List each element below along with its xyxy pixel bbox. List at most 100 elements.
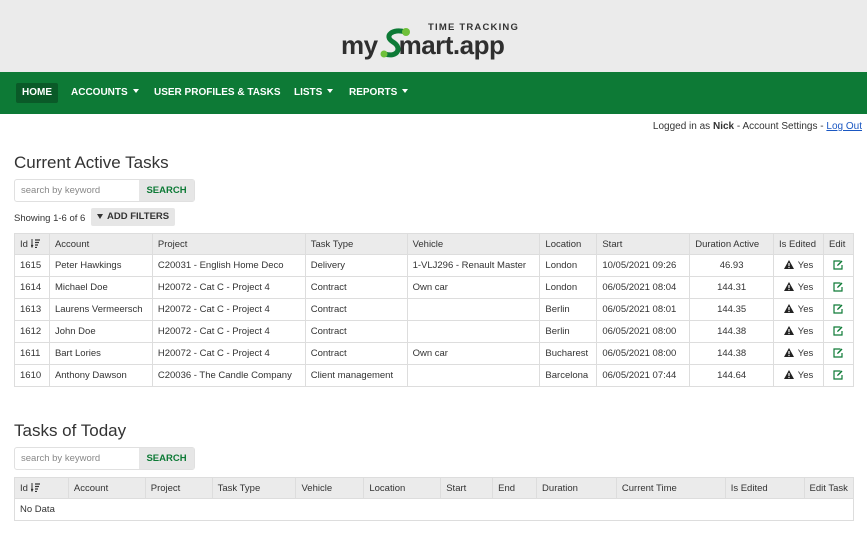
column-header-project[interactable]: Project <box>144 477 213 499</box>
column-header-location[interactable]: Location <box>363 477 442 499</box>
cell-location: Bucharest <box>539 342 598 365</box>
cell-is-edited: Yes <box>773 364 824 387</box>
app-logo[interactable]: TIME TRACKING my mart.app <box>339 20 529 64</box>
cell-task-type: Delivery <box>304 254 408 277</box>
table-row[interactable]: 1612 John Doe H20072 - Cat C - Project 4… <box>14 320 855 343</box>
column-header-task-type[interactable]: Task Type <box>304 233 408 255</box>
table-row[interactable]: 1611 Bart Lories H20072 - Cat C - Projec… <box>14 342 855 365</box>
column-header-location[interactable]: Location <box>539 233 598 255</box>
cell-account: Anthony Dawson <box>48 364 153 387</box>
filter-icon <box>97 214 103 219</box>
table-row[interactable]: 1613 Laurens Vermeersch H20072 - Cat C -… <box>14 298 855 321</box>
edit-icon[interactable] <box>833 347 844 358</box>
add-filters-button[interactable]: ADD FILTERS <box>91 208 176 226</box>
active-tasks-search: SEARCH <box>14 179 195 202</box>
column-header-account[interactable]: Account <box>67 477 146 499</box>
cell-location: London <box>539 276 598 299</box>
nav-home[interactable]: HOME <box>16 83 58 103</box>
nav-user-profiles-tasks[interactable]: USER PROFILES & TASKS <box>148 83 287 103</box>
nav-lists[interactable]: LISTS <box>288 83 339 103</box>
cell-project: C20036 - The Candle Company <box>151 364 306 387</box>
cell-id: 1615 <box>14 254 50 277</box>
login-status: Logged in as Nick - Account Settings - L… <box>652 121 862 132</box>
column-header-vehicle[interactable]: Vehicle <box>406 233 541 255</box>
column-header-edit-task: Edit Task <box>803 477 855 499</box>
column-header-id[interactable]: Id <box>14 477 69 499</box>
logout-link[interactable]: Log Out <box>826 121 862 132</box>
nav-reports[interactable]: REPORTS <box>343 83 414 103</box>
table-row[interactable]: 1615 Peter Hawkings C20031 - English Hom… <box>14 254 855 277</box>
cell-account: Peter Hawkings <box>48 254 153 277</box>
table-header-row: Id Account Project Task Type Vehicle Loc… <box>14 233 855 255</box>
cell-start: 06/05/2021 08:01 <box>596 298 691 321</box>
column-header-vehicle[interactable]: Vehicle <box>295 477 365 499</box>
edit-icon[interactable] <box>833 259 844 270</box>
column-header-duration-active[interactable]: Duration Active <box>689 233 775 255</box>
cell-location: Berlin <box>539 320 598 343</box>
cell-account: Michael Doe <box>48 276 153 299</box>
today-tasks-title: Tasks of Today <box>14 421 127 440</box>
cell-location: Berlin <box>539 298 598 321</box>
cell-vehicle: 1-VLJ296 - Renault Master <box>406 254 541 277</box>
cell-is-edited: Yes <box>773 298 824 321</box>
warning-icon <box>783 370 794 379</box>
active-tasks-table: Id Account Project Task Type Vehicle Loc… <box>14 233 855 387</box>
column-header-project[interactable]: Project <box>151 233 306 255</box>
pagination-summary: Showing 1-6 of 6 <box>14 213 86 224</box>
cell-project: C20031 - English Home Deco <box>151 254 306 277</box>
nav-accounts[interactable]: ACCOUNTS <box>65 83 145 103</box>
column-header-end[interactable]: End <box>492 477 538 499</box>
table-row[interactable]: 1614 Michael Doe H20072 - Cat C - Projec… <box>14 276 855 299</box>
cell-edit <box>822 276 855 299</box>
cell-location: London <box>539 254 598 277</box>
sort-desc-icon[interactable] <box>30 482 40 492</box>
account-settings-link[interactable]: Account Settings <box>742 121 817 132</box>
cell-vehicle: Own car <box>406 342 541 365</box>
edit-icon[interactable] <box>833 281 844 292</box>
cell-id: 1612 <box>14 320 50 343</box>
cell-account: John Doe <box>48 320 153 343</box>
cell-vehicle <box>406 320 541 343</box>
column-header-task-type[interactable]: Task Type <box>211 477 297 499</box>
cell-task-type: Contract <box>304 320 408 343</box>
edit-icon[interactable] <box>833 369 844 380</box>
table-header-row: Id Account Project Task Type Vehicle Loc… <box>14 477 855 499</box>
cell-start: 10/05/2021 09:26 <box>596 254 691 277</box>
edit-icon[interactable] <box>833 303 844 314</box>
column-header-account[interactable]: Account <box>48 233 153 255</box>
column-header-start[interactable]: Start <box>440 477 494 499</box>
column-header-edit: Edit <box>822 233 855 255</box>
cell-task-type: Contract <box>304 298 408 321</box>
cell-task-type: Contract <box>304 342 408 365</box>
today-tasks-search: SEARCH <box>14 447 195 470</box>
edit-icon[interactable] <box>833 325 844 336</box>
cell-account: Bart Lories <box>48 342 153 365</box>
today-tasks-search-button[interactable]: SEARCH <box>139 448 194 469</box>
column-header-is-edited[interactable]: Is Edited <box>724 477 805 499</box>
active-tasks-search-button[interactable]: SEARCH <box>139 180 194 201</box>
cell-duration: 144.31 <box>689 276 775 299</box>
column-header-current-time[interactable]: Current Time <box>615 477 726 499</box>
cell-duration: 46.93 <box>689 254 775 277</box>
app-header: TIME TRACKING my mart.app <box>0 0 867 72</box>
column-header-duration[interactable]: Duration <box>536 477 617 499</box>
cell-start: 06/05/2021 08:04 <box>596 276 691 299</box>
column-header-is-edited[interactable]: Is Edited <box>773 233 824 255</box>
cell-location: Barcelona <box>539 364 598 387</box>
cell-project: H20072 - Cat C - Project 4 <box>151 276 306 299</box>
cell-vehicle <box>406 364 541 387</box>
sort-desc-icon[interactable] <box>30 238 40 248</box>
warning-icon <box>783 304 794 313</box>
cell-edit <box>822 320 855 343</box>
column-header-start[interactable]: Start <box>596 233 691 255</box>
active-tasks-search-input[interactable] <box>15 180 139 201</box>
table-row[interactable]: 1610 Anthony Dawson C20036 - The Candle … <box>14 364 855 387</box>
today-tasks-search-input[interactable] <box>15 448 139 469</box>
cell-edit <box>822 342 855 365</box>
cell-id: 1611 <box>14 342 50 365</box>
cell-duration: 144.38 <box>689 320 775 343</box>
column-header-id[interactable]: Id <box>14 233 50 255</box>
caret-down-icon <box>402 89 409 93</box>
cell-is-edited: Yes <box>773 276 824 299</box>
cell-task-type: Client management <box>304 364 408 387</box>
